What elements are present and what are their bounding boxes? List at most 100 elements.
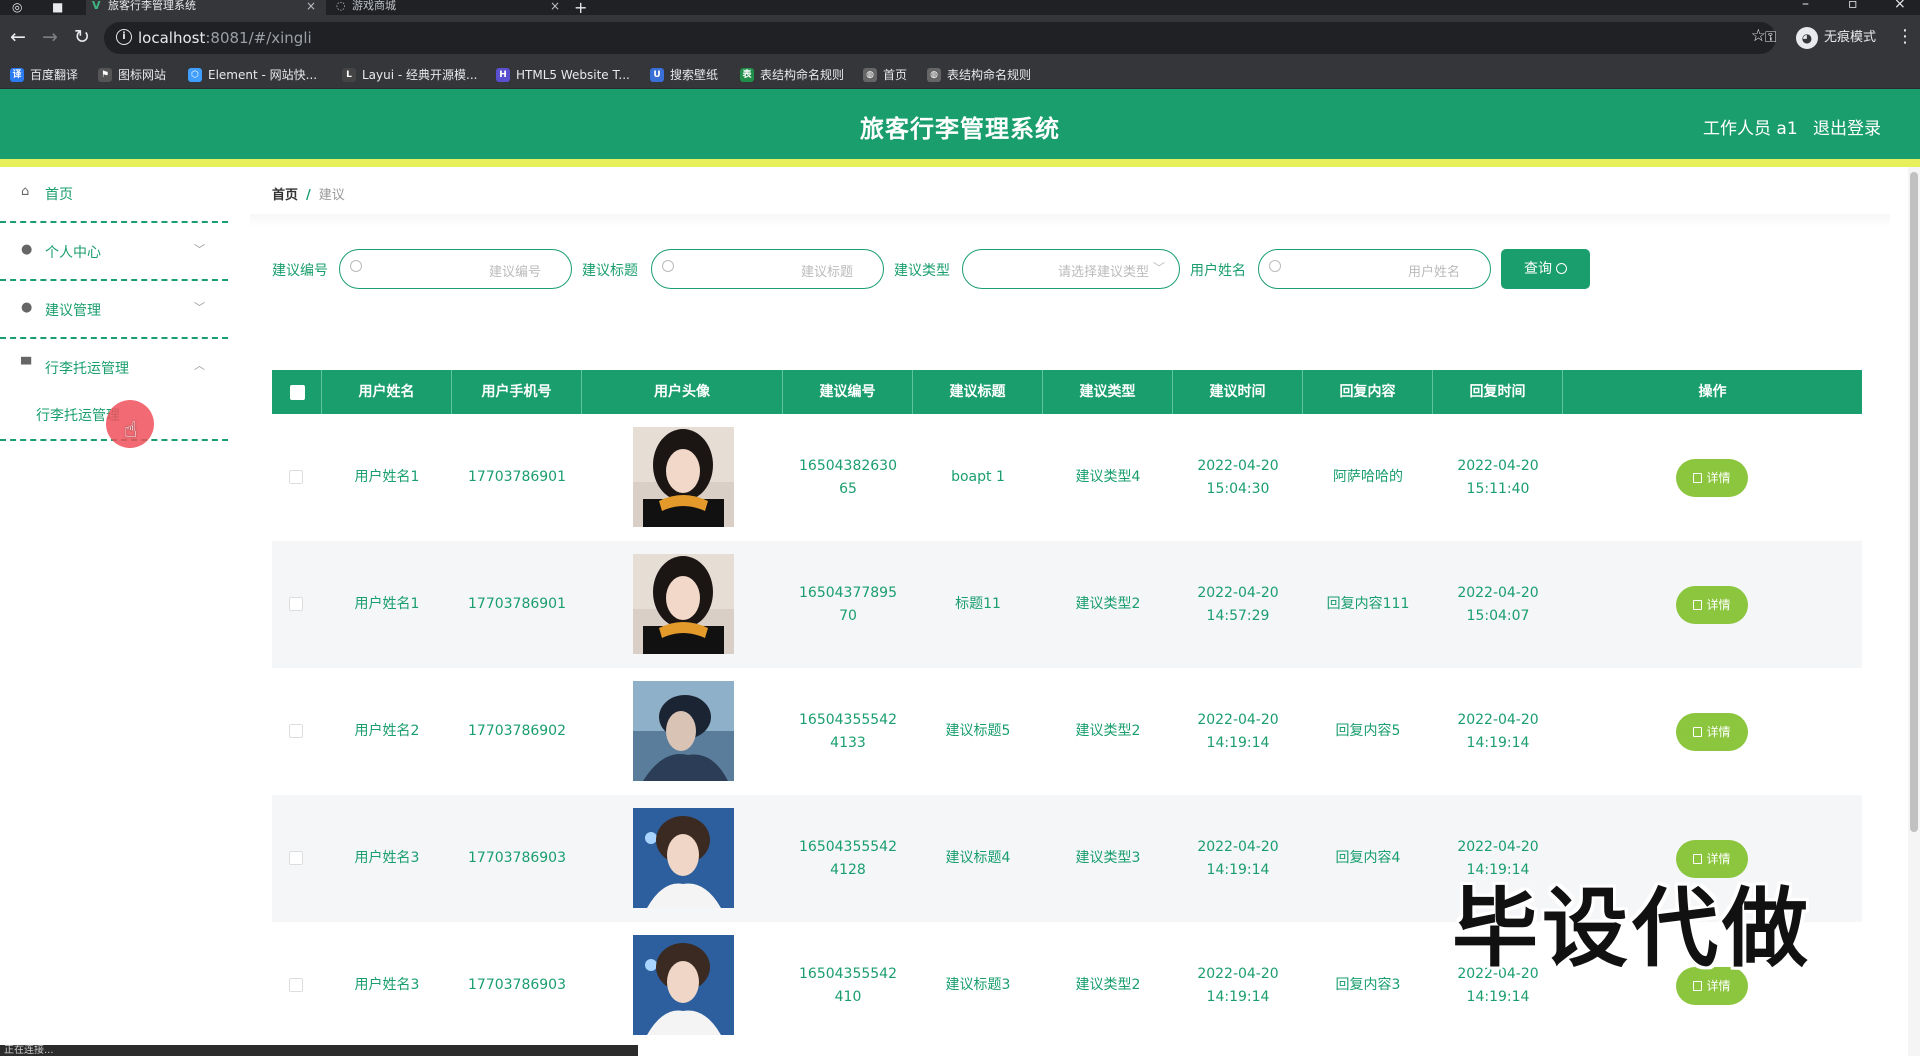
cell-code: 16504355542410 <box>799 965 897 1005</box>
query-button-label: 查询 <box>1524 261 1552 277</box>
window-icon: ■ <box>52 0 64 14</box>
breadcrumb-separator: / <box>306 188 311 203</box>
document-icon <box>1693 600 1703 610</box>
column-header: 建议类型 <box>1043 370 1173 414</box>
tab-title: 游戏商城 <box>352 0 396 12</box>
html5-icon: H <box>496 68 510 82</box>
chevron-down-icon: ﹀ <box>194 243 205 256</box>
suggestion-code-input[interactable]: 建议编号 <box>339 249 572 289</box>
bookmark-item[interactable]: ⬡ Element - 网站快... <box>188 67 317 83</box>
tab-inactive[interactable]: ◌ 游戏商城 × <box>330 0 570 15</box>
flag-icon: ⚑ <box>98 68 112 82</box>
incognito-indicator[interactable]: ◕ 无痕模式 <box>1796 26 1876 50</box>
suggestion-type-select[interactable]: 请选择建议类型 ﹀ <box>962 249 1180 289</box>
tab-active[interactable]: V 旅客行李管理系统 × <box>86 0 326 15</box>
query-button[interactable]: 查询 <box>1501 249 1590 289</box>
cell-name: 用户姓名3 <box>354 977 420 993</box>
sidebar-item-home[interactable]: ⌂ 首页 <box>0 167 228 223</box>
input-placeholder: 用户姓名 <box>1407 265 1460 280</box>
bookmark-item[interactable]: ◍ 首页 <box>863 67 907 83</box>
detail-button[interactable]: 详情 <box>1676 713 1748 751</box>
bookmark-label: 表结构命名规则 <box>760 68 845 82</box>
suggestion-title-input[interactable]: 建议标题 <box>651 249 884 289</box>
sidebar-item-label: 首页 <box>45 187 73 203</box>
sidebar-item-suggestions[interactable]: ● 建议管理 ﹀ <box>0 283 228 339</box>
url-field[interactable]: i localhost:8081/#/xingli ☆ <box>104 22 1776 54</box>
chevron-down-icon: ﹀ <box>1152 261 1165 275</box>
column-header: 操作 <box>1698 384 1727 400</box>
minimize-icon[interactable]: – <box>1802 0 1809 12</box>
detail-button-label: 详情 <box>1706 471 1731 485</box>
avatar <box>633 935 734 1035</box>
bookmark-item[interactable]: U 搜索壁纸 <box>650 67 718 83</box>
bookmark-item[interactable]: L Layui - 经典开源模... <box>342 67 477 83</box>
row-checkbox[interactable] <box>289 978 303 992</box>
bookmark-item[interactable]: 译百度翻译 <box>10 67 78 83</box>
cell-title: 建议标题5 <box>945 723 1011 739</box>
document-icon <box>1693 727 1703 737</box>
cell-type: 建议类型4 <box>1075 469 1141 485</box>
bookmark-item[interactable]: 表表结构命名规则 <box>740 67 844 83</box>
close-icon[interactable]: × <box>306 0 316 12</box>
cell-reply-time: 2022-04-20 14:19:14 <box>1457 711 1539 751</box>
maximize-icon[interactable]: ▫ <box>1848 0 1858 12</box>
select-placeholder: 请选择建议类型 <box>1057 265 1149 280</box>
window-close-icon[interactable]: × <box>1894 0 1906 12</box>
back-icon[interactable]: ← <box>6 25 30 49</box>
bookmark-item[interactable]: ◍ 表结构命名规则 <box>927 67 1031 83</box>
chrome-logo-icon: ◎ <box>12 0 23 14</box>
cell-phone: 17703786903 <box>468 850 566 866</box>
avatar <box>633 808 734 908</box>
sidebar-item-personal-center[interactable]: ● 个人中心 ﹀ <box>0 225 228 281</box>
input-placeholder: 建议编号 <box>488 265 541 280</box>
current-user: 工作人员 a1 <box>1703 119 1798 139</box>
select-all-checkbox[interactable] <box>290 385 305 400</box>
row-checkbox[interactable] <box>289 851 303 865</box>
bookmark-item[interactable]: H HTML5 Website T... <box>496 67 630 83</box>
key-icon[interactable]: ⚿ <box>1765 28 1776 46</box>
detail-button[interactable]: 详情 <box>1676 459 1748 497</box>
bookmark-star-icon[interactable]: ☆ <box>1751 26 1766 46</box>
select-all-cell <box>272 370 322 414</box>
header-accent-bar <box>0 159 1920 167</box>
username-input[interactable]: 用户姓名 <box>1258 249 1491 289</box>
forward-icon[interactable]: → <box>38 25 62 49</box>
menu-kebab-icon[interactable]: ⋮ <box>1896 26 1914 47</box>
chevron-down-icon: ﹀ <box>194 301 205 314</box>
cell-code: 165043555424133 <box>799 711 897 751</box>
tab-title: 旅客行李管理系统 <box>108 0 196 12</box>
input-placeholder: 建议标题 <box>800 265 853 280</box>
row-checkbox[interactable] <box>289 724 303 738</box>
breadcrumb-home[interactable]: 首页 <box>272 188 298 203</box>
row-checkbox[interactable] <box>289 597 303 611</box>
search-label-username: 用户姓名 <box>1190 263 1246 279</box>
search-label-title: 建议标题 <box>582 263 638 279</box>
bookmark-label: 表结构命名规则 <box>947 68 1032 82</box>
globe-icon: ◍ <box>927 68 941 82</box>
address-bar: ← → ↻ i localhost:8081/#/xingli ☆ ⚿ ◕ 无痕… <box>0 15 1920 61</box>
reload-icon[interactable]: ↻ <box>70 25 94 49</box>
info-icon[interactable]: i <box>116 29 132 45</box>
bookmark-label: Element - 网站快... <box>208 68 318 82</box>
cell-title: 标题11 <box>955 596 1001 612</box>
bookmark-label: 搜索壁纸 <box>670 68 719 82</box>
wallpaper-icon: U <box>650 68 664 82</box>
hand-cursor-icon: ☝ <box>124 418 138 443</box>
scrollbar-thumb[interactable] <box>1910 172 1918 832</box>
cell-phone: 17703786903 <box>468 977 566 993</box>
bookmark-label: HTML5 Website T... <box>516 68 630 82</box>
cell-name: 用户姓名1 <box>354 596 420 612</box>
watermark-text: 毕设代做 <box>1452 879 1812 979</box>
search-icon <box>1556 263 1567 274</box>
avatar <box>633 681 734 781</box>
logout-link[interactable]: 退出登录 <box>1813 114 1881 139</box>
sheet-icon: 表 <box>740 68 754 82</box>
bookmark-label: 图标网站 <box>118 68 167 82</box>
bookmark-item[interactable]: ⚑ 图标网站 <box>98 67 166 83</box>
detail-button[interactable]: 详情 <box>1676 586 1748 624</box>
url-text: localhost:8081/#/xingli <box>138 29 312 47</box>
row-checkbox[interactable] <box>289 470 303 484</box>
close-icon[interactable]: × <box>550 0 560 12</box>
cell-reply: 回复内容5 <box>1335 723 1401 739</box>
cell-reply: 回复内容3 <box>1335 977 1401 993</box>
